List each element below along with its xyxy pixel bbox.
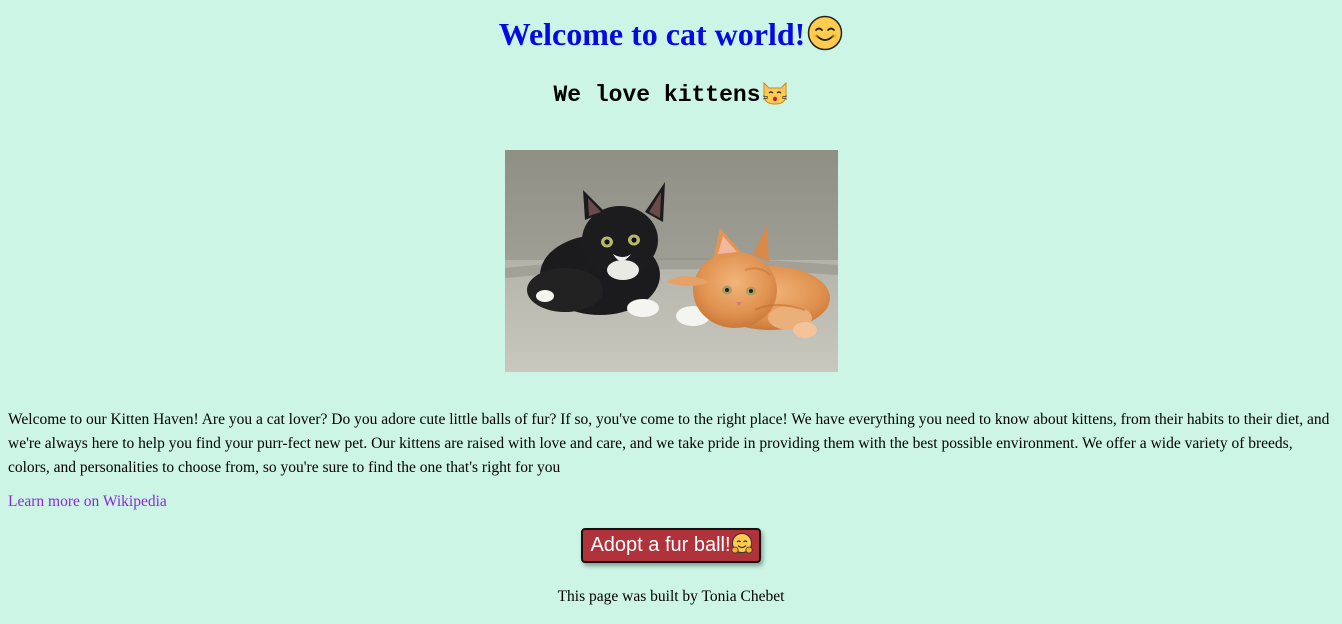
page-title: Welcome to cat world! — [8, 0, 1334, 58]
smiling-face-icon — [808, 15, 843, 51]
adopt-button-label: Adopt a fur ball! — [590, 534, 731, 556]
photo-container — [8, 150, 1334, 372]
page-title-text: Welcome to cat world! — [498, 16, 806, 52]
page-subtitle-text: We love kittens — [553, 82, 761, 108]
hugging-face-icon — [730, 533, 753, 554]
footer-credit: This page was built by Tonia Chebet — [557, 588, 785, 605]
intro-paragraph: Welcome to our Kitten Haven! Are you a c… — [8, 411, 1330, 476]
kittens-photo — [504, 150, 838, 372]
wikipedia-link[interactable]: Learn more on Wikipedia — [8, 493, 167, 511]
adopt-button[interactable]: Adopt a fur ball! — [581, 528, 761, 563]
kissing-cat-icon — [762, 81, 787, 105]
page: Welcome to cat world! We love kittens We… — [0, 0, 1342, 607]
adopt-button-container: Adopt a fur ball! — [8, 528, 1334, 563]
page-subtitle: We love kittens — [8, 78, 1334, 110]
